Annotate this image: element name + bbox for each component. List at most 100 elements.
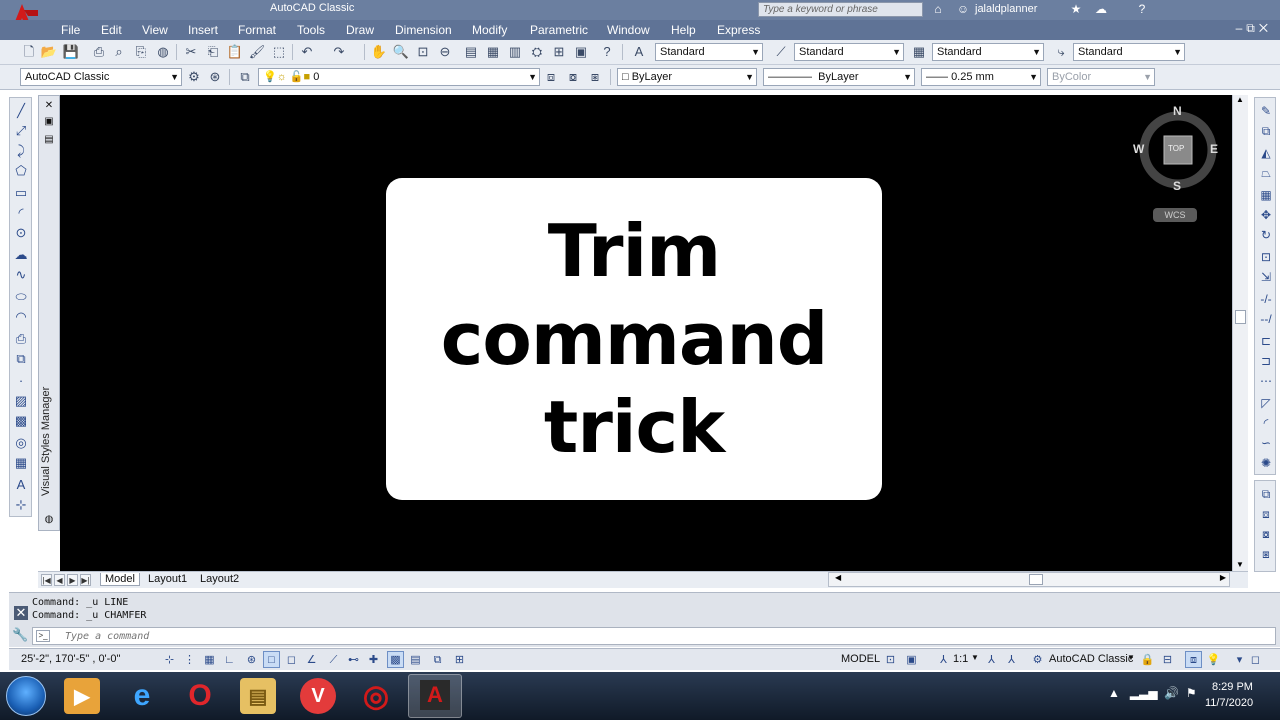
3d-object-snap-icon[interactable]: ◻ <box>283 651 300 668</box>
vivaldi-icon[interactable]: V <box>300 678 336 714</box>
next-tab-icon[interactable]: ▶ <box>67 574 78 586</box>
ortho-mode-icon[interactable]: ∟ <box>221 651 238 668</box>
close-icon[interactable]: ✕ <box>14 606 28 620</box>
horizontal-scroll-thumb[interactable] <box>1029 574 1043 585</box>
make-block-icon[interactable]: ⧉ <box>12 350 30 368</box>
match-properties-icon[interactable]: 🖌 <box>248 43 266 61</box>
viewcube-south[interactable]: S <box>1173 179 1181 193</box>
start-button[interactable] <box>6 676 46 716</box>
horizontal-scrollbar[interactable]: ◀ ▶ <box>828 572 1230 587</box>
ellipse-arc-icon[interactable]: ◠ <box>12 308 30 326</box>
workspace-select[interactable]: AutoCAD Classic ▼ <box>20 68 182 86</box>
clock-date[interactable]: 11/7/2020 <box>1205 697 1253 709</box>
save-icon[interactable]: 💾 <box>62 43 80 61</box>
mleader-style-select[interactable]: Standard ▼ <box>1073 43 1185 61</box>
star-icon[interactable]: ★ <box>1068 2 1084 17</box>
trim-icon[interactable]: -/- <box>1257 290 1275 308</box>
annotation-monitor-icon[interactable]: ⊞ <box>451 651 468 668</box>
undo-icon[interactable]: ↶ <box>298 43 316 61</box>
menu-view[interactable]: View <box>142 23 168 37</box>
paste-icon[interactable]: 📋 <box>226 43 244 61</box>
move-icon[interactable]: ✥ <box>1257 206 1275 224</box>
wcs-menu[interactable]: WCS <box>1153 208 1197 222</box>
lineweight-select[interactable]: —— 0.25 mm ▼ <box>921 68 1041 86</box>
3d-print-icon[interactable]: ◍ <box>154 43 172 61</box>
dim-style-icon[interactable]: ⟋ <box>772 43 790 61</box>
quick-view-layouts-icon[interactable]: ⊡ <box>882 651 899 668</box>
object-snap-tracking-icon[interactable]: ∠ <box>303 651 320 668</box>
block-editor-icon[interactable]: ⬚ <box>270 43 288 61</box>
dim-style-select[interactable]: Standard ▼ <box>794 43 904 61</box>
properties-icon[interactable]: ▤ <box>462 43 480 61</box>
tool-palettes-icon[interactable]: ▥ <box>506 43 524 61</box>
linetype-select[interactable]: ———— ByLayer ▼ <box>763 68 915 86</box>
join-icon[interactable]: ⋯ <box>1257 372 1275 390</box>
calculator-icon[interactable]: ▣ <box>572 43 590 61</box>
workspace-settings-icon[interactable]: ⚙ <box>185 68 203 86</box>
help-icon[interactable]: ? <box>598 43 616 61</box>
menu-draw[interactable]: Draw <box>346 23 374 37</box>
internet-explorer-icon[interactable]: e <box>124 678 160 714</box>
table-icon[interactable]: ▦ <box>12 454 30 472</box>
annotation-visibility-icon[interactable]: ⅄ <box>983 651 1000 668</box>
multiline-text-icon[interactable]: A <box>12 476 30 494</box>
hardware-acceleration-icon[interactable]: ⊟ <box>1159 651 1176 668</box>
stretch-icon[interactable]: ⇲ <box>1257 268 1275 286</box>
scroll-up-icon[interactable]: ▲ <box>1236 95 1244 104</box>
menu-insert[interactable]: Insert <box>188 23 218 37</box>
cursor-coordinates[interactable]: 25'-2", 170'-5" , 0'-0" <box>21 653 120 665</box>
construction-line-icon[interactable]: ⤢ <box>12 122 30 140</box>
circle-icon[interactable]: ⊙ <box>12 224 30 242</box>
transparency-icon[interactable]: ▩ <box>387 651 404 668</box>
close-icon[interactable]: ✕ <box>43 100 55 112</box>
first-tab-icon[interactable]: |◀ <box>41 574 52 586</box>
arc-icon[interactable]: ◜ <box>12 204 30 222</box>
chevron-down-icon[interactable]: ▼ <box>971 653 979 662</box>
customize-wrench-icon[interactable]: 🔧 <box>12 627 28 643</box>
chevron-down-icon[interactable]: ▼ <box>1127 653 1135 662</box>
chamfer-icon[interactable]: ◸ <box>1257 394 1275 412</box>
table-style-icon[interactable]: ▦ <box>910 43 928 61</box>
plotstyle-select[interactable]: ByColor ▼ <box>1047 68 1155 86</box>
layer-properties-icon[interactable]: ⧉ <box>236 68 254 86</box>
clean-screen-icon[interactable]: ◻ <box>1247 651 1264 668</box>
rectangle-icon[interactable]: ▭ <box>12 184 30 202</box>
zoom-realtime-icon[interactable]: 🔍 <box>392 43 410 61</box>
break-at-point-icon[interactable]: ⊏ <box>1257 332 1275 350</box>
open-file-icon[interactable]: 📂 <box>40 43 58 61</box>
polar-tracking-icon[interactable]: ⊛ <box>243 651 260 668</box>
workspace-lock-icon[interactable]: ⊛ <box>206 68 224 86</box>
copy-object-icon[interactable]: ⧉ <box>1257 122 1275 140</box>
vertical-scroll-thumb[interactable] <box>1235 310 1246 324</box>
point-icon[interactable]: · <box>12 372 30 390</box>
recent-commands-icon[interactable]: >_ <box>36 630 50 642</box>
menu-help[interactable]: Help <box>671 23 696 37</box>
zoom-window-icon[interactable]: ⊡ <box>414 43 432 61</box>
annotation-scale-value[interactable]: 1:1 <box>953 653 968 665</box>
pan-icon[interactable]: ✋ <box>370 43 388 61</box>
previous-tab-icon[interactable]: ◀ <box>54 574 65 586</box>
opera-icon[interactable]: O <box>182 678 218 714</box>
exchange-icon[interactable]: ⌂ <box>930 2 946 17</box>
redo-icon[interactable]: ↷ <box>330 43 348 61</box>
publish-icon[interactable]: ⎘ <box>132 43 150 61</box>
array-icon[interactable]: ▦ <box>1257 186 1275 204</box>
viewcube-north[interactable]: N <box>1173 104 1182 118</box>
menu-modify[interactable]: Modify <box>472 23 507 37</box>
snap-mode-icon[interactable]: ⋮ <box>181 651 198 668</box>
text-style-icon[interactable]: A <box>630 43 648 61</box>
menu-file[interactable]: File <box>61 23 80 37</box>
offset-icon[interactable]: ⏢ <box>1257 164 1275 182</box>
menu-format[interactable]: Format <box>238 23 276 37</box>
scale-icon[interactable]: ⊡ <box>1257 248 1275 266</box>
table-style-select[interactable]: Standard ▼ <box>932 43 1044 61</box>
hatch-icon[interactable]: ▨ <box>12 392 30 410</box>
infer-constraints-icon[interactable]: ⊹ <box>161 651 178 668</box>
vertical-scrollbar[interactable]: ▲ ▼ <box>1232 95 1248 571</box>
add-selected-icon[interactable]: ⊹ <box>12 496 30 514</box>
autocad-taskbar-button[interactable]: A <box>408 674 462 718</box>
opera-gx-icon[interactable]: ◎ <box>358 678 394 714</box>
polyline-icon[interactable]: ⤸ <box>12 142 30 160</box>
blend-curves-icon[interactable]: ∽ <box>1257 434 1275 452</box>
bring-to-front-icon[interactable]: ⧉ <box>1257 485 1275 503</box>
